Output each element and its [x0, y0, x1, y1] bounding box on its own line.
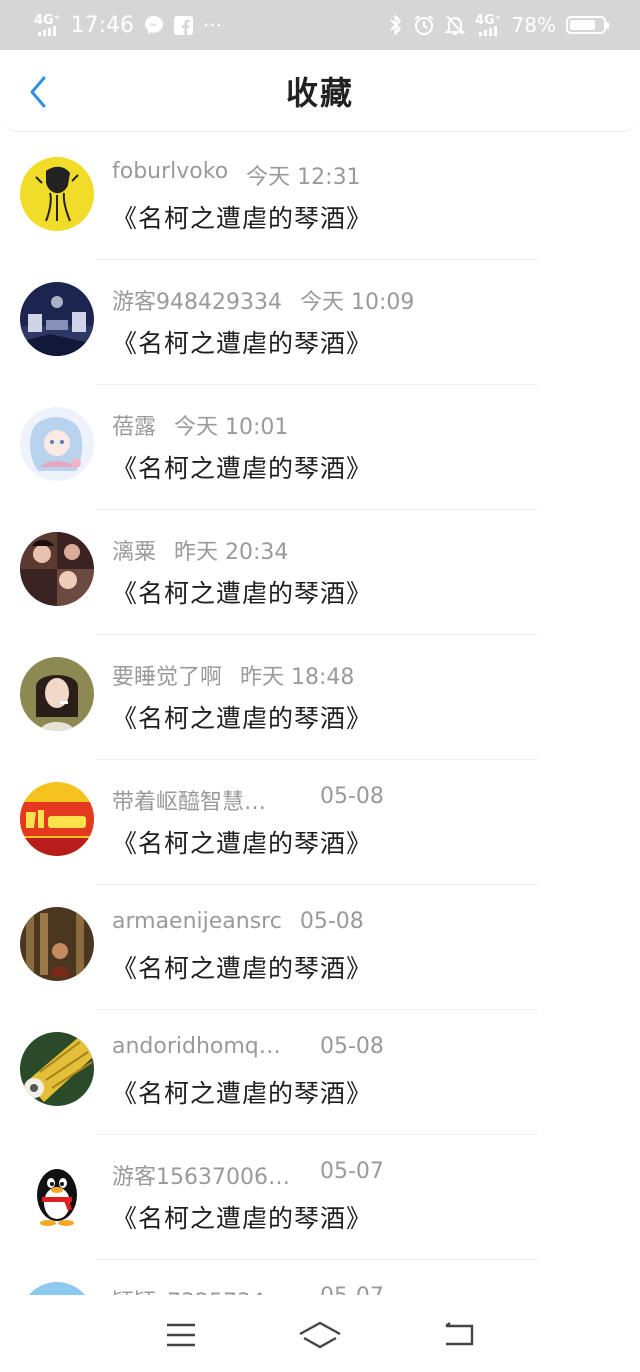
home-button[interactable] [290, 1310, 350, 1360]
back-icon [444, 1322, 473, 1346]
system-nav-bar [0, 1298, 640, 1372]
item-meta: 游客948429334 今天 10:09 [112, 284, 414, 316]
user-avatar[interactable] [20, 1282, 94, 1295]
story-title: 《名柯之遭虐的琴酒》 [112, 829, 373, 858]
story-title: 《名柯之遭虐的琴酒》 [112, 579, 373, 608]
user-avatar[interactable] [20, 282, 94, 356]
list-item[interactable]: 颖颖_7325734… 05-07 [0, 1260, 640, 1295]
timestamp: 昨天 18:48 [240, 665, 355, 690]
yellow-sketch-avatar [20, 157, 94, 231]
user-avatar[interactable] [20, 907, 94, 981]
list-item[interactable]: 游客15637006… 05-07 《名柯之遭虐的琴酒》 [0, 1135, 640, 1260]
timestamp: 昨天 20:34 [174, 540, 289, 565]
item-meta: foburlvoko 今天 12:31 [112, 159, 361, 191]
festival-51-avatar [20, 782, 94, 856]
back-button[interactable] [18, 70, 58, 114]
battery-level [570, 20, 595, 30]
favorites-list: foburlvoko 今天 12:31 《名柯之遭虐的琴酒》 游客9484293… [0, 135, 640, 1295]
shell-avatar [20, 1032, 94, 1106]
user-avatar[interactable] [20, 407, 94, 481]
user-name: 要睡觉了啊 [112, 665, 223, 690]
timestamp: 今天 10:01 [174, 415, 289, 440]
page-title: 收藏 [285, 73, 354, 112]
story-title: 《名柯之遭虐的琴酒》 [112, 329, 373, 358]
list-item[interactable]: 漓粟 昨天 20:34 《名柯之遭虐的琴酒》 [0, 510, 640, 635]
user-name: 游客15637006… [112, 1165, 290, 1190]
status-left: 4G⁺ 17:46 ··· [34, 13, 222, 38]
mute-icon [444, 15, 465, 35]
timestamp: 05-07 [320, 1159, 384, 1184]
timestamp: 05-08 [320, 784, 384, 809]
user-name: andoridhomq… [112, 1034, 281, 1059]
alarm-icon [414, 15, 434, 35]
list-item[interactable]: 要睡觉了啊 昨天 18:48 《名柯之遭虐的琴酒》 [0, 635, 640, 760]
chevron-left-icon [30, 76, 46, 108]
anime-girl-avatar [20, 407, 94, 481]
list-item[interactable]: 游客948429334 今天 10:09 《名柯之遭虐的琴酒》 [0, 260, 640, 385]
bluetooth-icon [390, 14, 402, 36]
home-icon [299, 1321, 341, 1349]
menu-button[interactable] [151, 1310, 211, 1360]
item-meta: 游客15637006… 05-07 [112, 1159, 384, 1191]
item-meta: 带着岖醯智慧… 05-08 [112, 784, 384, 816]
item-meta: 要睡觉了啊 昨天 18:48 [112, 659, 354, 691]
status-bar: 4G⁺ 17:46 ··· 4G⁺ 78% [0, 0, 640, 50]
menu-icon [167, 1323, 196, 1347]
timestamp: 05-08 [320, 1034, 384, 1059]
story-title: 《名柯之遭虐的琴酒》 [112, 454, 373, 483]
user-avatar[interactable] [20, 1032, 94, 1106]
story-title: 《名柯之遭虐的琴酒》 [112, 204, 373, 233]
user-avatar[interactable] [20, 532, 94, 606]
item-meta: 蓓露 今天 10:01 [112, 409, 288, 441]
story-title: 《名柯之遭虐的琴酒》 [112, 1204, 373, 1233]
battery-icon [566, 16, 609, 34]
network-icon: 4G⁺ [474, 12, 502, 36]
partial-avatar [20, 1282, 94, 1295]
user-avatar[interactable] [20, 1157, 94, 1231]
app-header: 收藏 [0, 50, 640, 132]
user-name: 蓓露 [112, 415, 157, 440]
status-right: 4G⁺ 78% [389, 12, 609, 37]
classical-painting-avatar [20, 907, 94, 981]
timestamp: 05-08 [299, 909, 364, 934]
timestamp: 05-07 [320, 1284, 384, 1295]
user-name: armaenijeansrc [112, 909, 282, 934]
network-type-right: 4G⁺ [474, 12, 502, 28]
story-title: 《名柯之遭虐的琴酒》 [112, 704, 373, 733]
user-name: 颖颖_7325734… [112, 1284, 302, 1295]
timestamp: 今天 12:31 [246, 165, 361, 190]
user-avatar[interactable] [20, 782, 94, 856]
back-nav-button[interactable] [429, 1310, 489, 1360]
story-title: 《名柯之遭虐的琴酒》 [112, 1079, 373, 1108]
list-item[interactable]: 带着岖醯智慧… 05-08 《名柯之遭虐的琴酒》 [0, 760, 640, 885]
user-name: 带着岖醯智慧… [112, 790, 267, 815]
user-avatar[interactable] [20, 157, 94, 231]
portrait-avatar [20, 657, 94, 731]
battery-percent: 78% [511, 13, 556, 37]
list-item[interactable]: foburlvoko 今天 12:31 《名柯之遭虐的琴酒》 [0, 135, 640, 260]
timestamp: 今天 10:09 [299, 290, 415, 315]
night-building-avatar [20, 282, 94, 356]
user-name: 游客948429334 [112, 290, 282, 315]
list-item[interactable]: armaenijeansrc 05-08 《名柯之遭虐的琴酒》 [0, 885, 640, 1010]
status-time: 17:46 [70, 12, 134, 38]
item-meta: andoridhomq… 05-08 [112, 1034, 384, 1059]
list-item[interactable]: 蓓露 今天 10:01 《名柯之遭虐的琴酒》 [0, 385, 640, 510]
user-name: 漓粟 [112, 540, 157, 565]
penguin-avatar [20, 1157, 94, 1231]
messenger-icon [144, 16, 163, 34]
item-meta: 漓粟 昨天 20:34 [112, 534, 288, 566]
more-dots-icon: ··· [202, 13, 223, 37]
story-title: 《名柯之遭虐的琴酒》 [112, 954, 373, 983]
user-avatar[interactable] [20, 657, 94, 731]
photo-collage-avatar [20, 532, 94, 606]
item-meta: armaenijeansrc 05-08 [112, 909, 364, 934]
user-name: foburlvoko [112, 159, 229, 184]
facebook-icon [173, 15, 193, 35]
list-item[interactable]: andoridhomq… 05-08 《名柯之遭虐的琴酒》 [0, 1010, 640, 1135]
item-meta: 颖颖_7325734… 05-07 [112, 1284, 384, 1295]
signal-icon: 4G⁺ [34, 12, 61, 36]
network-type-left: 4G⁺ [34, 12, 61, 28]
